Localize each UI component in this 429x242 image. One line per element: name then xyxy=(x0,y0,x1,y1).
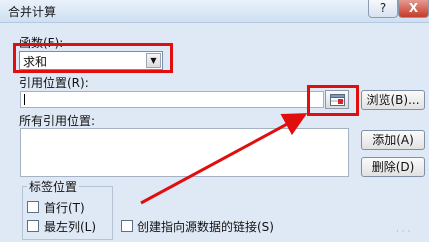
watermark: · · · xyxy=(396,227,411,237)
annotation-arrow xyxy=(140,113,308,205)
